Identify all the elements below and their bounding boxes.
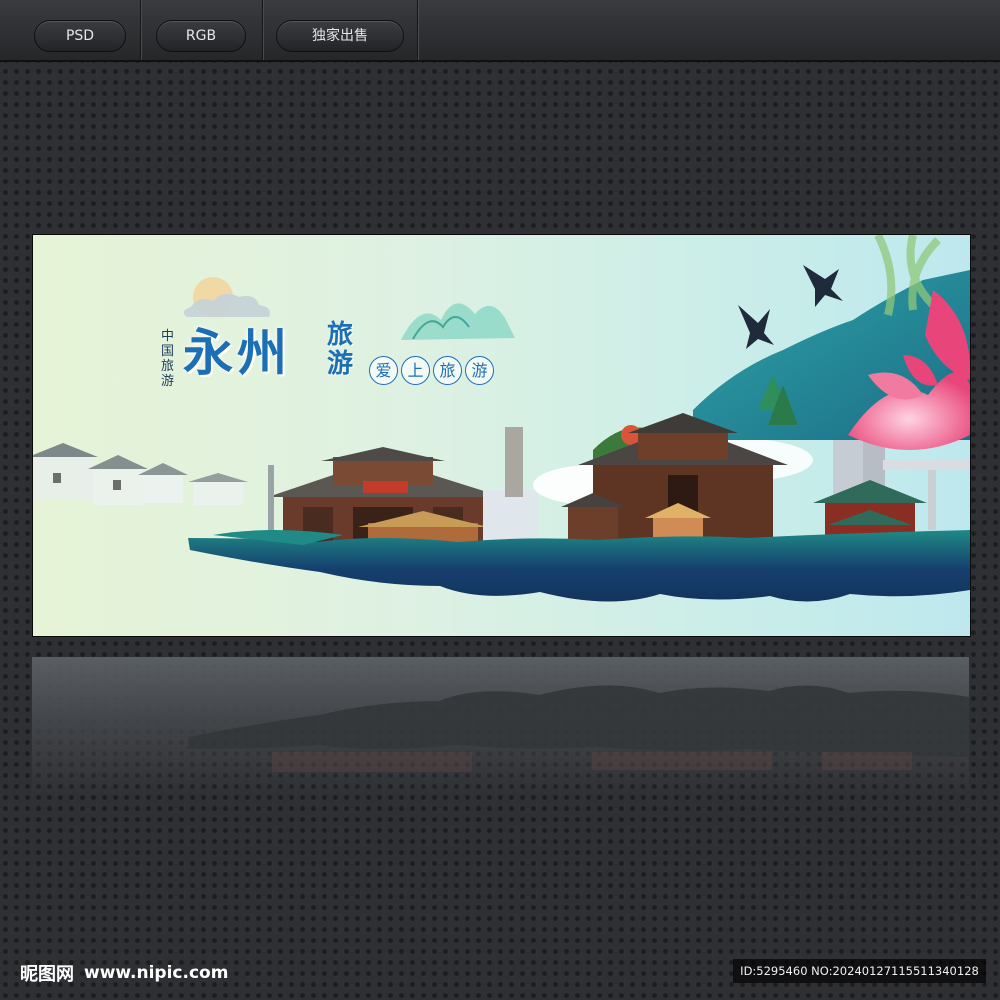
swallow-bird-icon — [738, 305, 774, 349]
site-watermark: 昵图网 www.nipic.com — [20, 960, 228, 986]
white-building — [483, 490, 538, 545]
slogan-char: 游 — [465, 356, 494, 385]
brand-name: 昵图网 — [20, 964, 74, 985]
tag-cell-exclusive: 独家出售 — [262, 0, 418, 60]
stone-pillar — [505, 427, 523, 497]
banner-title: 永州 — [183, 323, 291, 382]
tag-psd[interactable]: PSD — [34, 20, 126, 52]
slogan-circles: 爱 上 旅 游 — [369, 356, 494, 385]
tag-cell-psd: PSD — [0, 0, 141, 60]
tag-rgb[interactable]: RGB — [156, 20, 246, 52]
banner-artwork — [33, 235, 970, 602]
tourism-banner: 中国旅游 永州 旅游 爱 上 旅 游 — [32, 234, 971, 637]
slogan-char: 旅 — [433, 356, 462, 385]
image-id-label: ID:5295460 NO:20240127115511340128 — [733, 959, 986, 983]
slogan-char: 上 — [401, 356, 430, 385]
tag-cell-rgb: RGB — [140, 0, 263, 60]
brand-domain[interactable]: www.nipic.com — [84, 963, 228, 983]
highway-bridge — [883, 460, 970, 470]
title-vertical-left: 中国旅游 — [161, 329, 175, 389]
tag-exclusive-sale[interactable]: 独家出售 — [276, 20, 404, 52]
green-hills-icon — [401, 303, 515, 340]
title-vertical-right: 旅游 — [327, 320, 354, 379]
reflection-artwork — [187, 685, 969, 772]
slogan-char: 爱 — [369, 356, 398, 385]
banner-reflection — [32, 657, 969, 797]
village-houses — [33, 443, 248, 505]
top-toolbar: PSD RGB 独家出售 — [0, 0, 1000, 62]
swallow-bird-icon-2 — [803, 265, 843, 307]
red-pavilion — [813, 480, 927, 540]
